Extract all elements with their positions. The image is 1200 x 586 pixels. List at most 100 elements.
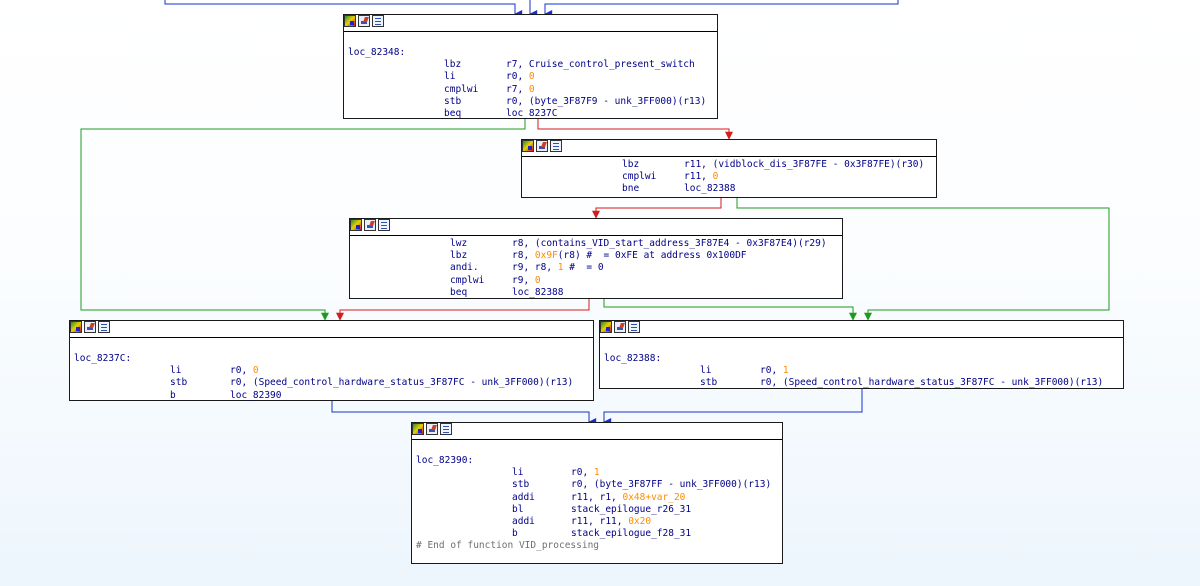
node-header [70, 321, 593, 338]
location-label[interactable]: loc_82348: [348, 47, 405, 59]
operand-text: r11, [684, 171, 713, 183]
code-block-loc-82348[interactable]: loc_82348: lbz r7, Cruise_control_present_… [343, 14, 718, 119]
node-graph-icon[interactable] [550, 140, 562, 152]
node-graph-icon[interactable] [440, 423, 452, 435]
code-block-loc-8237C[interactable]: loc_8237C:li r0, 0 stb r0, (Speed_control_h… [69, 320, 594, 401]
node-color-icon[interactable] [600, 321, 612, 333]
node-graph-icon[interactable] [98, 321, 110, 333]
instruction-operands: loc_82388 [512, 287, 563, 299]
instruction-mnemonic: bl [512, 503, 524, 515]
immediate-value: 1 [593, 467, 600, 479]
instruction-operands: r0, 0 [506, 71, 535, 83]
node-color-icon[interactable] [350, 219, 362, 231]
node-color-icon[interactable] [70, 321, 82, 333]
instruction-operands: loc_8237C [506, 108, 557, 120]
node-header-icons [344, 15, 384, 27]
node-header-icons [600, 321, 640, 333]
instruction-operands: r9, 0 [512, 275, 541, 287]
operand-text: stack_epilogue_f28_31 [571, 528, 692, 540]
immediate-value: 0 [252, 365, 259, 377]
instruction-operands: loc_82390 [230, 390, 281, 402]
node-edit-icon[interactable] [358, 15, 370, 27]
node-header [350, 219, 842, 236]
node-header-icons [350, 219, 390, 231]
immediate-value: 0 [528, 83, 535, 95]
node-graph-icon[interactable] [378, 219, 390, 231]
code-block-loc-82390[interactable]: loc_82390: li r0, 1 stb r0, (byte_3F87FF - u… [411, 422, 783, 564]
operand-text: r0, (byte_3F87FF - unk_3FF000)(r13) [571, 479, 772, 491]
node-graph-icon[interactable] [628, 321, 640, 333]
instruction-operands: loc_82388 [684, 183, 735, 195]
instruction-mnemonic: li [700, 365, 712, 377]
instruction-mnemonic: andi. [450, 262, 479, 274]
node-header [344, 15, 717, 32]
instruction-mnemonic: li [170, 365, 182, 377]
instruction-operands: r0, (Speed_control_hardware_status_3F87F… [760, 377, 1103, 389]
edge-block3-to-8237C [336, 299, 590, 321]
operand-text: r7, Cruise_control_present_switch [506, 59, 695, 71]
instruction-operands: r11, r11, 0x20 [571, 516, 651, 528]
instruction-operands: r7, Cruise_control_present_switch [506, 59, 695, 71]
node-header [522, 140, 936, 157]
location-label[interactable]: loc_8237C: [74, 353, 131, 365]
node-edit-icon[interactable] [364, 219, 376, 231]
node-edit-icon[interactable] [614, 321, 626, 333]
node-color-icon[interactable] [522, 140, 534, 152]
instruction-operands: r9, r8, 1 # = 0 [512, 262, 604, 274]
operand-text: r11, r1, [571, 491, 623, 503]
instruction-mnemonic: b [512, 528, 518, 540]
node-graph-icon[interactable] [372, 15, 384, 27]
node-header [412, 423, 782, 440]
edge-82348-to-block2 [537, 119, 733, 140]
instruction-mnemonic: li [444, 71, 456, 83]
immediate-value: 0x9F [534, 250, 558, 262]
operand-text: r0, [760, 365, 783, 377]
node-edit-icon[interactable] [536, 140, 548, 152]
instruction-operands: r7, 0 [506, 84, 535, 96]
node-color-icon[interactable] [344, 15, 356, 27]
node-header-icons [412, 423, 452, 435]
operand-text: r11, (vidblock_dis_3F87FE - 0x3F87FE)(r3… [684, 159, 925, 170]
instruction-mnemonic: bne [622, 183, 640, 195]
operand-text: r0, [571, 467, 594, 479]
immediate-value: 0 [712, 171, 719, 183]
operand-text: r0, (Speed_control_hardware_status_3F87F… [230, 377, 574, 389]
operand-suffix: # = 0 [563, 262, 604, 274]
location-label[interactable]: loc_82388: [604, 353, 661, 365]
instruction-mnemonic: stb [444, 95, 462, 107]
instruction-mnemonic: addi [512, 491, 535, 503]
code-block-vidblock-check[interactable]: lbz r11, (vidblock_dis_3F87FE - 0x3F87FE)… [521, 139, 937, 198]
node-edit-icon[interactable] [84, 321, 96, 333]
node-color-icon[interactable] [412, 423, 424, 435]
operand-text: loc_82388 [512, 286, 564, 298]
instruction-operands: r11, r1, 0x48+var_20 [571, 492, 685, 504]
immediate-value: 0x48+var_20 [622, 491, 686, 503]
operand-text: r9, r8, [512, 262, 558, 274]
operand-suffix: (r8) # = 0xFE at address 0x100DF [557, 250, 747, 262]
node-edit-icon[interactable] [426, 423, 438, 435]
instruction-mnemonic: stb [700, 377, 718, 389]
operand-text: stack_epilogue_r26_31 [571, 503, 692, 515]
instruction-mnemonic: addi [512, 516, 535, 527]
edge-incoming-1 [164, 0, 523, 18]
operand-text: r9, [512, 274, 535, 286]
instruction-operands: r0, 0 [230, 365, 259, 377]
immediate-value: 1 [782, 365, 789, 377]
code-block-loc-82388[interactable]: loc_82388:li r0, 1 stb r0, (Speed_control_h… [599, 320, 1124, 389]
instruction-mnemonic: beq [444, 108, 462, 119]
code-block-vid-start-check[interactable]: lwz r8, (contains_VID_start_address_3F87E… [349, 218, 843, 299]
location-label[interactable]: loc_82390: [416, 455, 473, 467]
instruction-operands: r0, (Speed_control_hardware_status_3F87F… [230, 377, 573, 389]
operand-text: loc_8237C [506, 108, 558, 119]
instruction-operands: stack_epilogue_f28_31 [571, 528, 691, 540]
instruction-mnemonic: stb [170, 377, 188, 389]
instruction-mnemonic: cmplwi [622, 171, 657, 183]
operand-text: loc_82388 [684, 183, 736, 195]
operand-text: r7, [506, 83, 529, 95]
operand-text: r8, (contains_VID_start_address_3F87E4 -… [512, 238, 827, 249]
operand-text: r0, (Speed_control_hardware_status_3F87F… [760, 377, 1104, 389]
node-header-icons [522, 140, 562, 152]
edge-block2-to-block3 [592, 198, 722, 219]
function-end-comment: # End of function VID_processing [416, 540, 600, 552]
instruction-operands: r0, 1 [760, 365, 789, 377]
